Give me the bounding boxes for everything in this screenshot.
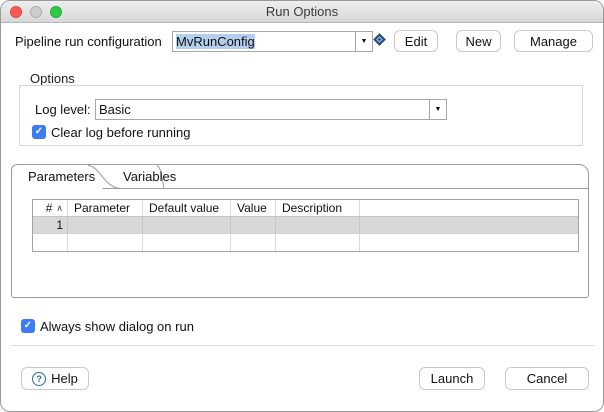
tab-parameters[interactable]: Parameters	[28, 169, 95, 184]
options-group-legend: Options	[27, 71, 78, 86]
column-header-description[interactable]: Description	[276, 200, 360, 216]
always-show-dialog-label: Always show dialog on run	[40, 319, 194, 334]
filler-cell	[360, 234, 578, 251]
table-row[interactable]: 1	[33, 217, 578, 234]
tab-outline-decoration	[12, 165, 588, 189]
run-configuration-value[interactable]: MvRunConfig	[173, 32, 355, 51]
column-header-filler	[360, 200, 578, 216]
column-header-parameter[interactable]: Parameter	[68, 200, 143, 216]
help-button[interactable]: ? Help	[21, 367, 89, 390]
log-level-dropdown-button[interactable]: ▼	[429, 100, 446, 119]
parameter-cell[interactable]	[68, 234, 143, 251]
run-configuration-dropdown-button[interactable]: ▼	[355, 32, 372, 51]
help-question-icon: ?	[32, 372, 46, 386]
run-configuration-label: Pipeline run configuration	[15, 34, 162, 49]
checkmark-icon: ✓	[35, 127, 43, 137]
row-number-cell[interactable]	[33, 234, 68, 251]
help-button-label: Help	[51, 371, 78, 386]
table-row[interactable]	[33, 234, 578, 251]
table-header-row: #∧ Parameter Default value Value Descrip…	[33, 200, 578, 217]
tab-variables[interactable]: Variables	[123, 169, 176, 184]
description-cell[interactable]	[276, 217, 360, 233]
cancel-button[interactable]: Cancel	[505, 367, 589, 390]
manage-button[interactable]: Manage	[514, 30, 593, 52]
row-number-cell[interactable]: 1	[33, 217, 68, 233]
tab-header: Parameters Variables	[12, 165, 588, 189]
checkmark-icon: ✓	[24, 321, 32, 331]
value-cell[interactable]	[231, 217, 276, 233]
dropdown-arrow-icon: ▼	[361, 38, 368, 45]
options-group: Log level: Basic ▼ ✓ Clear log before ru…	[19, 85, 583, 146]
window-title: Run Options	[1, 1, 603, 23]
run-options-dialog: Run Options Pipeline run configuration M…	[0, 0, 604, 412]
log-level-combo[interactable]: Basic ▼	[95, 99, 447, 120]
clear-log-label: Clear log before running	[51, 125, 190, 140]
always-show-dialog-checkbox[interactable]: ✓	[21, 319, 35, 333]
parameter-cell[interactable]	[68, 217, 143, 233]
value-cell[interactable]	[231, 234, 276, 251]
column-header-number[interactable]: #∧	[33, 200, 68, 216]
default-value-cell[interactable]	[143, 234, 231, 251]
footer-separator	[11, 345, 595, 346]
clear-log-checkbox[interactable]: ✓	[32, 125, 46, 139]
default-value-cell[interactable]	[143, 217, 231, 233]
titlebar[interactable]: Run Options	[1, 1, 603, 23]
run-configuration-combo[interactable]: MvRunConfig ▼	[172, 31, 373, 52]
log-level-label: Log level:	[35, 102, 91, 117]
parameters-tab-folder: Parameters Variables #∧ Parameter Defaul…	[11, 164, 589, 298]
dropdown-arrow-icon: ▼	[435, 106, 442, 113]
new-button[interactable]: New	[456, 30, 501, 52]
variable-diamond-icon	[373, 33, 386, 46]
filler-cell	[360, 217, 578, 233]
edit-button[interactable]: Edit	[394, 30, 438, 52]
launch-button[interactable]: Launch	[419, 367, 485, 390]
description-cell[interactable]	[276, 234, 360, 251]
parameters-table: #∧ Parameter Default value Value Descrip…	[32, 199, 579, 252]
column-header-default-value[interactable]: Default value	[143, 200, 231, 216]
log-level-value[interactable]: Basic	[96, 100, 429, 119]
column-header-value[interactable]: Value	[231, 200, 276, 216]
sort-ascending-icon: ∧	[56, 203, 63, 214]
